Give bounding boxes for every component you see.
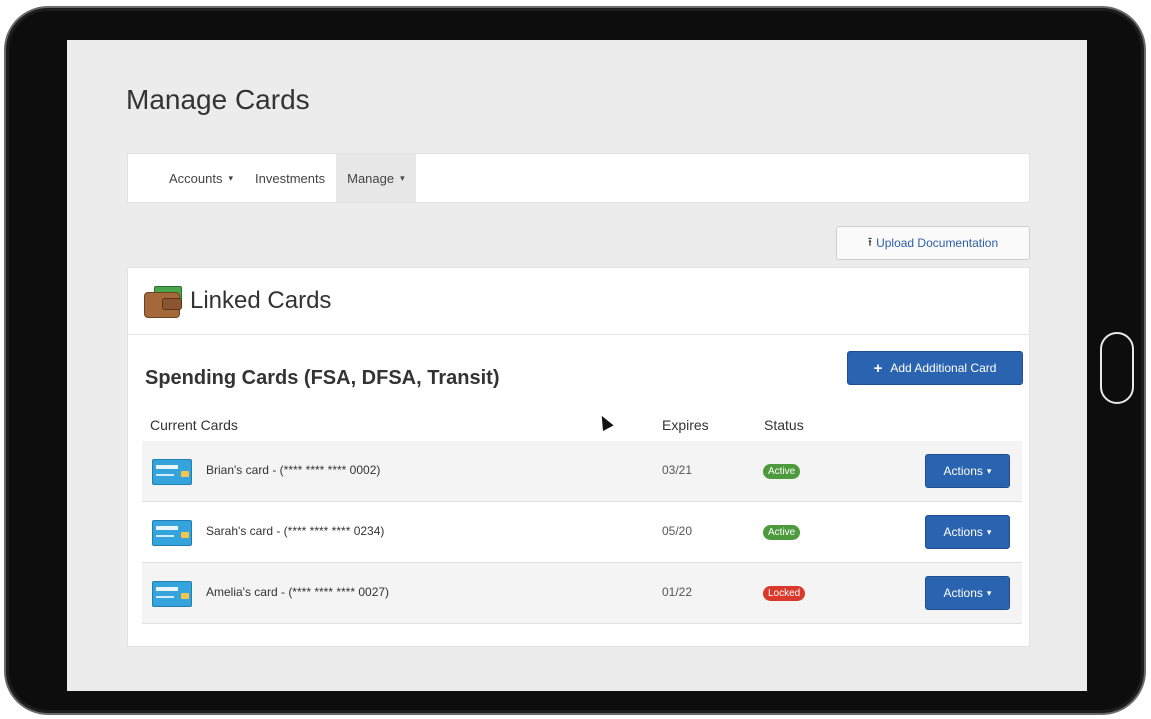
upload-button-label: Upload Documentation	[876, 236, 999, 250]
actions-label: Actions	[943, 464, 983, 478]
caret-down-icon: ▾	[986, 587, 992, 598]
actions-dropdown-button[interactable]: Actions ▾	[925, 576, 1010, 610]
credit-card-icon	[152, 520, 192, 546]
plus-icon: +	[873, 359, 883, 377]
upload-documentation-button[interactable]: ⭱ Upload Documentation	[836, 226, 1030, 260]
card-name: Sarah's card - (**** **** **** 0234)	[206, 524, 385, 538]
nav-item-label: Investments	[255, 170, 326, 186]
card-expires: 01/22	[662, 585, 693, 599]
nav-item-manage[interactable]: Manage ▾	[336, 154, 416, 202]
card-expires: 03/21	[662, 463, 693, 477]
table-row: Brian's card - (**** **** **** 0002) 03/…	[142, 441, 1022, 502]
table-row: Sarah's card - (**** **** **** 0234) 05/…	[142, 502, 1022, 563]
wallet-icon	[144, 284, 184, 318]
column-header-status: Status	[764, 417, 804, 433]
status-badge: Locked	[763, 586, 806, 601]
section-title: Spending Cards (FSA, DFSA, Transit)	[145, 367, 500, 389]
panel-title: Linked Cards	[190, 287, 332, 314]
card-name: Amelia's card - (**** **** **** 0027)	[206, 585, 390, 599]
page-title: Manage Cards	[126, 84, 310, 115]
cards-table-body: Brian's card - (**** **** **** 0002) 03/…	[142, 441, 1022, 624]
upload-icon: ⭱	[867, 234, 873, 249]
table-row: Amelia's card - (**** **** **** 0027) 01…	[142, 563, 1022, 624]
caret-down-icon: ▾	[400, 172, 405, 183]
credit-card-icon	[152, 459, 192, 485]
actions-label: Actions	[943, 586, 983, 600]
nav-item-accounts[interactable]: Accounts ▾	[158, 154, 244, 202]
status-badge: Active	[763, 525, 801, 540]
column-header-current-cards: Current Cards	[150, 417, 238, 433]
actions-dropdown-button[interactable]: Actions ▾	[925, 515, 1010, 549]
caret-down-icon: ▾	[228, 172, 234, 183]
card-expires: 05/20	[662, 524, 693, 538]
actions-label: Actions	[943, 525, 983, 539]
add-card-label: Add Additional Card	[890, 361, 997, 375]
nav-item-label: Manage	[347, 170, 395, 186]
actions-dropdown-button[interactable]: Actions ▾	[925, 454, 1010, 488]
card-name: Brian's card - (**** **** **** 0002)	[206, 463, 381, 477]
add-card-button[interactable]: + Add Additional Card	[847, 351, 1023, 385]
caret-down-icon: ▾	[986, 465, 992, 476]
column-header-expires: Expires	[662, 417, 709, 433]
nav-item-investments[interactable]: Investments	[244, 154, 336, 202]
linked-cards-panel: Linked Cards Spending Cards (FSA, DFSA, …	[127, 267, 1030, 647]
panel-header: Linked Cards	[128, 268, 1029, 335]
nav-item-label: Accounts	[169, 170, 223, 186]
status-badge: Active	[763, 464, 801, 479]
top-nav: Accounts ▾ Investments Manage ▾	[127, 153, 1030, 203]
caret-down-icon: ▾	[986, 526, 992, 537]
credit-card-icon	[152, 581, 192, 607]
tablet-home-button[interactable]	[1100, 332, 1134, 404]
app-screen: Manage Cards Accounts ▾ Investments Mana…	[67, 40, 1087, 691]
table-header: Current Cards Expires Status	[142, 411, 1022, 443]
